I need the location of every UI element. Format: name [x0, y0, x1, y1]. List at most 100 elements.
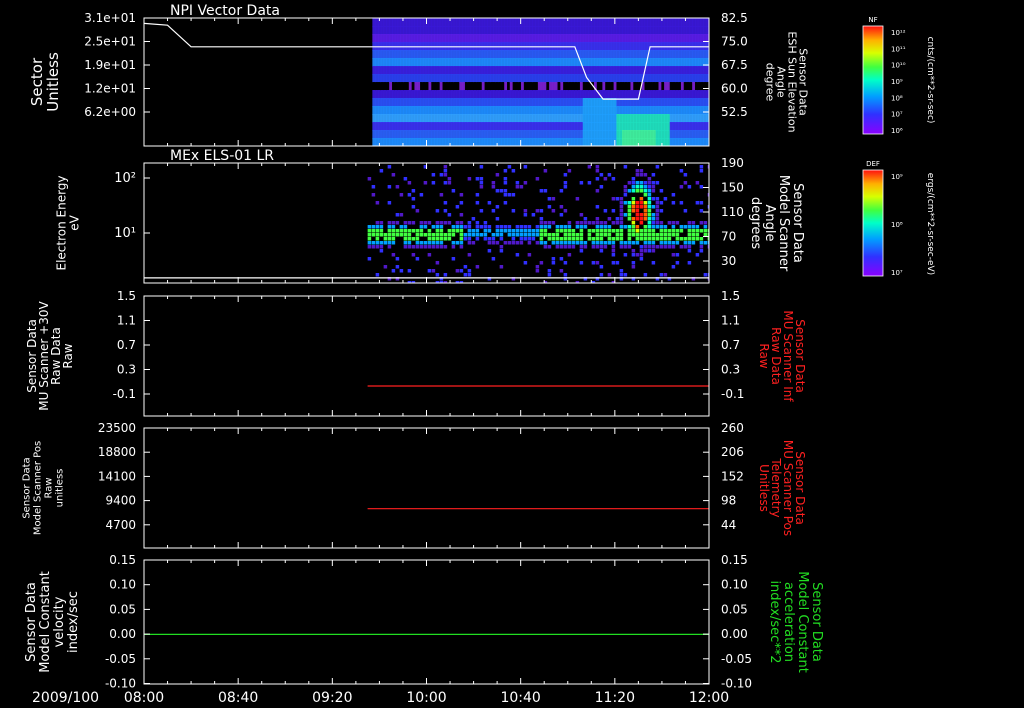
right-tick-label: 82.5 — [721, 11, 748, 25]
y-tick-label: 0.7 — [117, 338, 136, 352]
x-tick-label: 08:00 — [124, 690, 164, 706]
panel-constant: 0.15 0.10 0.05 0.00 -0.05 -0.10 0.15 0.10 0.05 0… — [24, 553, 824, 691]
right-tick-label: 0.05 — [721, 602, 748, 616]
y-tick-label: 1.2e+01 — [84, 82, 136, 96]
y-axis-label: Sensor DataModel Constantvelocityindex/s… — [24, 571, 81, 673]
figure: NPI Vector Data 3.1e+01 2.5e+01 1.9e+01 1.2… — [22, 3, 936, 706]
plot-frame — [143, 427, 710, 549]
right-axis-label: Sensor DataModel ScannerAngledegrees — [748, 175, 805, 272]
x-tick-label: 09:20 — [312, 690, 352, 706]
colorbar: NF 10¹² 10¹¹ 10¹⁰ 10⁹ 10⁸ 10⁷ 10⁶ cnts/(cm**2-… — [862, 16, 935, 135]
y-axis-label: Sensor DataModel Scanner PosRawunitless — [22, 441, 66, 535]
y-ticks: 23500 18800 14100 9400 4700 — [98, 421, 150, 532]
heatmap-cells — [372, 18, 709, 146]
y-tick-label: 1.9e+01 — [84, 58, 136, 72]
right-tick-label: 0.3 — [721, 363, 740, 377]
y-tick-label: 0.10 — [109, 578, 136, 592]
panel-npi: NPI Vector Data 3.1e+01 2.5e+01 1.9e+01 1.2… — [28, 3, 935, 147]
right-tick-label: 0.10 — [721, 578, 748, 592]
y-tick-label: 1.5 — [117, 289, 136, 303]
y-axis-label: Electron EnergyeV — [55, 175, 82, 270]
svg-text:Sensor DataESH Sun ElevationAn: Sensor DataESH Sun ElevationAngledegree — [764, 31, 810, 132]
date-label: 2009/100 — [32, 690, 99, 706]
y-tick-label: 4700 — [105, 518, 136, 532]
x-tick-label: 10:00 — [406, 690, 446, 706]
y-axis-label: Sensor DataMU Scanner +30VRaw DataRaw — [25, 301, 75, 411]
y-tick-label: 23500 — [98, 421, 136, 435]
right-tick-label: 152 — [721, 469, 744, 483]
right-ticks: 0.15 0.10 0.05 0.00 -0.05 -0.10 — [703, 553, 752, 691]
y-tick-label: 1.1 — [117, 314, 136, 328]
right-tick-label: 260 — [721, 421, 744, 435]
y-tick-label: 18800 — [98, 445, 136, 459]
y-tick-label: 0.15 — [109, 553, 136, 567]
colorbar-tick: 10⁹ — [891, 173, 903, 181]
svg-text:Sensor DataModel Constantveloc: Sensor DataModel Constantvelocityindex/s… — [24, 571, 81, 673]
svg-text:SectorUnitless: SectorUnitless — [28, 52, 62, 112]
right-tick-label: 206 — [721, 445, 744, 459]
y-tick-label: 3.1e+01 — [84, 11, 136, 25]
right-tick-label: 67.5 — [721, 58, 748, 72]
right-tick-label: 44 — [721, 518, 736, 532]
right-tick-label: 150 — [721, 181, 744, 195]
colorbar-tick: 10¹⁰ — [891, 62, 906, 70]
right-ticks: 82.5 75.0 67.5 60.0 52.5 — [703, 11, 748, 119]
y-ticks: 10² 10¹ — [114, 171, 150, 241]
colorbar-tick: 10⁸ — [891, 221, 903, 229]
colorbar-tick: 10¹² — [891, 29, 906, 37]
right-tick-label: 75.0 — [721, 35, 748, 49]
x-tick-label: 11:20 — [595, 690, 635, 706]
right-tick-label: 98 — [721, 494, 736, 508]
y-ticks: 3.1e+01 2.5e+01 1.9e+01 1.2e+01 6.2e+00 — [84, 11, 150, 119]
colorbar-unit: ergs/(cm**2-sr-sec-eV) — [925, 173, 935, 275]
svg-text:Sensor DataModel Constantaccel: Sensor DataModel Constantaccelerationind… — [767, 571, 824, 673]
x-tick-label: 08:40 — [218, 690, 258, 706]
right-tick-label: -0.1 — [721, 387, 744, 401]
right-axis-label: Sensor DataMU Scanner InfRaw DataRaw — [757, 310, 807, 402]
colorbar: DEF 10⁹ 10⁸ 10⁷ ergs/(cm**2-sr-sec-eV) — [862, 160, 935, 277]
colorbar-tick: 10⁶ — [891, 127, 903, 135]
y-tick-label: 6.2e+00 — [84, 105, 136, 119]
right-tick-label: 30 — [721, 254, 736, 268]
right-tick-label: 60.0 — [721, 82, 748, 96]
panel-els: MEx ELS-01 LR 10² 10¹ 190 150 110 70 30 Elect… — [55, 148, 935, 284]
colorbar-tick: 10¹¹ — [891, 45, 906, 53]
right-tick-label: -0.10 — [721, 677, 752, 691]
y-tick-label: -0.1 — [113, 387, 136, 401]
panel-title: NPI Vector Data — [170, 3, 280, 19]
right-axis-label: Sensor DataMU Scanner PosTelemetryUnitle… — [757, 440, 807, 536]
colorbar-unit: cnts/(cm**2-sr-sec) — [925, 37, 935, 124]
y-tick-label: -0.10 — [105, 677, 136, 691]
svg-text:Sensor DataMU Scanner PosTelem: Sensor DataMU Scanner PosTelemetryUnitle… — [757, 440, 807, 536]
panel-title: MEx ELS-01 LR — [170, 148, 274, 164]
y-ticks: 0.15 0.10 0.05 0.00 -0.05 -0.10 — [105, 553, 150, 691]
right-tick-label: 70 — [721, 230, 736, 244]
right-tick-label: 0.00 — [721, 627, 748, 641]
right-tick-label: 0.7 — [721, 338, 740, 352]
colorbar-tick: 10⁷ — [891, 269, 903, 277]
y-tick-label: 10² — [114, 171, 136, 186]
colorbar-tick: 10⁸ — [891, 94, 903, 102]
svg-text:Sensor DataMU Scanner +30VRaw: Sensor DataMU Scanner +30VRaw DataRaw — [25, 301, 75, 411]
right-tick-label: 190 — [721, 156, 744, 170]
right-axis-label: Sensor DataModel Constantaccelerationind… — [767, 571, 824, 673]
y-tick-label: 2.5e+01 — [84, 35, 136, 49]
y-tick-label: 9400 — [105, 494, 136, 508]
y-tick-label: -0.05 — [105, 652, 136, 666]
colorbar-tick: 10⁹ — [891, 78, 903, 86]
plot-frame — [143, 295, 710, 417]
svg-text:Electron EnergyeV: Electron EnergyeV — [55, 175, 82, 270]
y-tick-label: 0.00 — [109, 627, 136, 641]
right-tick-label: 1.1 — [721, 314, 740, 328]
y-tick-label: 14100 — [98, 469, 136, 483]
svg-text:Sensor DataModel ScannerAngled: Sensor DataModel ScannerAngledegrees — [748, 175, 805, 272]
y-axis-label: SectorUnitless — [28, 52, 62, 112]
panel-scanner-pos: 23500 18800 14100 9400 4700 260 206 152 98 44 Se… — [22, 421, 807, 549]
y-tick-label: 0.05 — [109, 602, 136, 616]
svg-text:Sensor DataModel Scanner PosRa: Sensor DataModel Scanner PosRawunitless — [22, 441, 66, 535]
right-tick-label: 52.5 — [721, 105, 748, 119]
svg-text:Sensor DataMU Scanner InfRaw D: Sensor DataMU Scanner InfRaw DataRaw — [757, 310, 807, 402]
right-tick-label: 1.5 — [721, 289, 740, 303]
x-tick-label: 10:40 — [500, 690, 540, 706]
right-tick-label: 110 — [721, 205, 744, 219]
